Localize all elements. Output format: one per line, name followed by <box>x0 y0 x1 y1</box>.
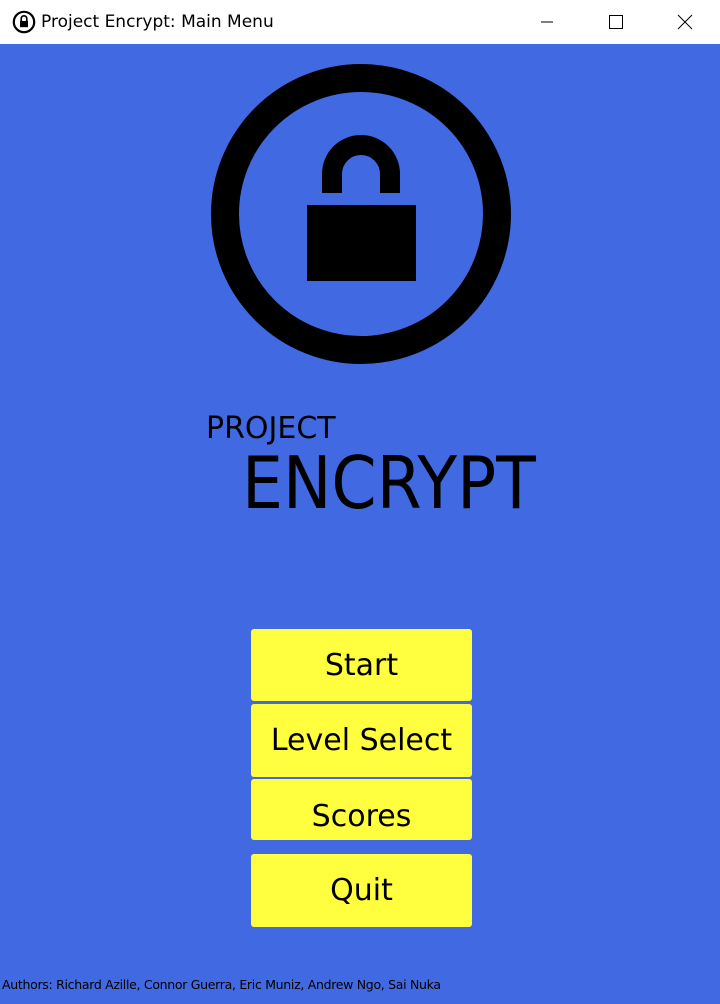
close-icon <box>677 14 693 30</box>
start-button-label: Start <box>324 647 399 683</box>
level-select-button[interactable]: Level Select <box>251 704 472 777</box>
quit-button[interactable]: Quit <box>251 854 472 927</box>
minimize-button[interactable] <box>512 0 582 44</box>
quit-button-label: Quit <box>330 873 393 908</box>
minimize-icon <box>541 21 553 23</box>
level-select-button-label: Level Select <box>270 723 453 758</box>
title-encrypt-text: ENCRYPT <box>242 441 536 525</box>
start-button[interactable]: Start <box>251 629 472 701</box>
scores-button[interactable]: Scores <box>251 779 472 840</box>
window-title: Project Encrypt: Main Menu <box>41 12 274 32</box>
main-window: Project Encrypt: Main Menu PROJECT ENCRY… <box>0 0 720 1004</box>
padlock-circle-icon <box>211 64 511 364</box>
maximize-button[interactable] <box>581 0 651 44</box>
authors-credits: Authors: Richard Azille, Connor Guerra, … <box>2 977 441 992</box>
scores-button-label: Scores <box>311 798 412 834</box>
padlock-icon <box>12 10 36 34</box>
close-button[interactable] <box>650 0 720 44</box>
title-bar[interactable]: Project Encrypt: Main Menu <box>0 0 720 44</box>
maximize-icon <box>609 15 623 29</box>
